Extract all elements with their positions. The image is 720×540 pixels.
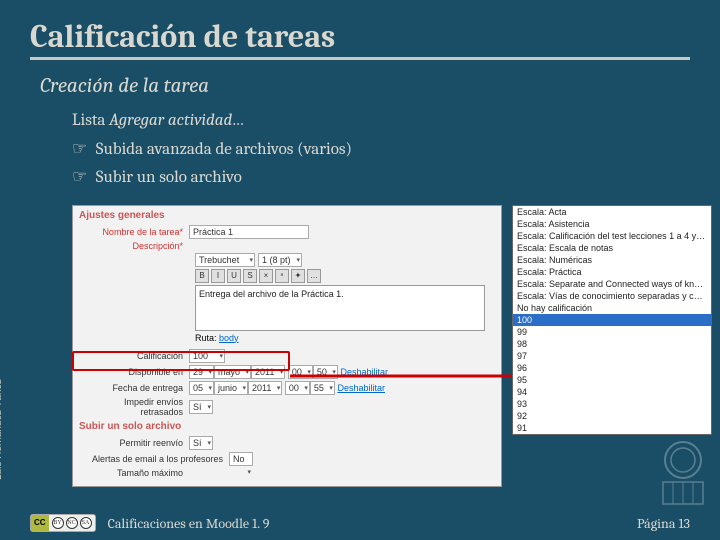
dropdown-option[interactable]: Escala: Vías de conocimiento separadas y… — [513, 290, 711, 302]
cc-by-icon: BY — [52, 517, 64, 529]
alert-select[interactable]: No — [229, 452, 253, 466]
institution-logo — [652, 438, 714, 510]
font-select[interactable]: Trebuchet — [195, 253, 255, 267]
slide-subtitle: Creación de la tarea — [40, 74, 690, 98]
dropdown-screenshot: Escala: Acta Escala: Asistencia Escala: … — [512, 205, 712, 435]
editor-toolbar[interactable]: B I U S × ⁿ ✦ … — [195, 269, 495, 283]
sup-icon[interactable]: ⁿ — [275, 269, 289, 283]
dropdown-option[interactable]: 97 — [513, 350, 711, 362]
bold-icon[interactable]: B — [195, 269, 209, 283]
alert-label: Alertas de email a los profesores — [79, 454, 229, 464]
desc-label: Descripción — [79, 241, 189, 251]
dropdown-option-selected[interactable]: 100 — [513, 314, 711, 326]
more-icon[interactable]: … — [307, 269, 321, 283]
due-label: Fecha de entrega — [79, 383, 189, 393]
author-credit: Luis Hernández Yáñez — [0, 379, 4, 480]
form-screenshot: Ajustes generales Nombre de la tarea Prá… — [72, 205, 502, 487]
late-select[interactable]: Sí — [189, 400, 213, 414]
dropdown-option[interactable]: Escala: Escala de notas — [513, 242, 711, 254]
dropdown-option[interactable]: Escala: Acta — [513, 206, 711, 218]
form-section-general: Ajustes generales — [79, 210, 495, 221]
list-item: ☞ Subir un solo archivo — [72, 164, 690, 191]
list-intro-b: Agregar actividad… — [109, 111, 244, 130]
name-label: Nombre de la tarea — [79, 227, 189, 237]
dropdown-option[interactable]: 99 — [513, 326, 711, 338]
description-editor[interactable]: Entrega del archivo de la Práctica 1. — [195, 285, 485, 331]
clean-icon[interactable]: ✦ — [291, 269, 305, 283]
path-label: Ruta: — [195, 333, 217, 343]
form-section-upload: Subir un solo archivo — [79, 421, 495, 432]
list-intro-a: Lista — [72, 111, 109, 130]
cc-license-badge: CC BY NC SA — [30, 514, 96, 532]
dropdown-option[interactable]: Escala: Asistencia — [513, 218, 711, 230]
sub-icon[interactable]: × — [259, 269, 273, 283]
dropdown-option[interactable]: 95 — [513, 374, 711, 386]
hand-icon: ☞ — [72, 136, 92, 162]
dropdown-option[interactable]: Escala: Numéricas — [513, 254, 711, 266]
highlight-box — [72, 351, 290, 371]
due-month[interactable]: junio — [214, 381, 248, 395]
size-select[interactable]: 1 (8 pt) — [258, 253, 302, 267]
late-label: Impedir envíos retrasados — [79, 397, 189, 417]
cc-nc-icon: NC — [66, 517, 78, 529]
dropdown-option[interactable]: 93 — [513, 398, 711, 410]
dropdown-option[interactable]: Escala: Práctica — [513, 266, 711, 278]
dropdown-option[interactable]: 94 — [513, 386, 711, 398]
resend-select[interactable]: Sí — [189, 436, 213, 450]
list-intro: Lista Agregar actividad… — [72, 108, 690, 134]
italic-icon[interactable]: I — [211, 269, 225, 283]
underline-icon[interactable]: U — [227, 269, 241, 283]
due-day[interactable]: 05 — [189, 381, 214, 395]
footer-text: Calificaciones en Moodle 1. 9 — [108, 515, 270, 532]
strike-icon[interactable]: S — [243, 269, 257, 283]
content-list: Lista Agregar actividad… ☞ Subida avanza… — [72, 108, 690, 191]
dropdown-option[interactable]: No hay calificación — [513, 302, 711, 314]
cc-label: CC — [31, 515, 49, 531]
cc-sa-icon: SA — [80, 517, 92, 529]
path-value[interactable]: body — [219, 333, 239, 343]
resend-label: Permitir reenvío — [79, 438, 189, 448]
dropdown-option[interactable]: Escala: Calificación del test lecciones … — [513, 230, 711, 242]
dropdown-option[interactable]: 91 — [513, 422, 711, 434]
dropdown-option[interactable]: 98 — [513, 338, 711, 350]
dropdown-option[interactable]: Escala: Separate and Connected ways of k… — [513, 278, 711, 290]
page-number: Página 13 — [637, 515, 690, 532]
name-input[interactable]: Práctica 1 — [189, 225, 309, 239]
hand-icon: ☞ — [72, 164, 92, 190]
list-item-label: Subida avanzada de archivos (varios) — [96, 140, 352, 159]
max-label: Tamaño máximo — [79, 468, 189, 478]
list-item: ☞ Subida avanzada de archivos (varios) — [72, 136, 690, 163]
dropdown-option[interactable]: 92 — [513, 410, 711, 422]
slide-title: Calificación de tareas — [30, 18, 690, 60]
dropdown-option[interactable]: 96 — [513, 362, 711, 374]
list-item-label: Subir un solo archivo — [96, 168, 242, 187]
due-year[interactable]: 2011 — [248, 381, 282, 395]
